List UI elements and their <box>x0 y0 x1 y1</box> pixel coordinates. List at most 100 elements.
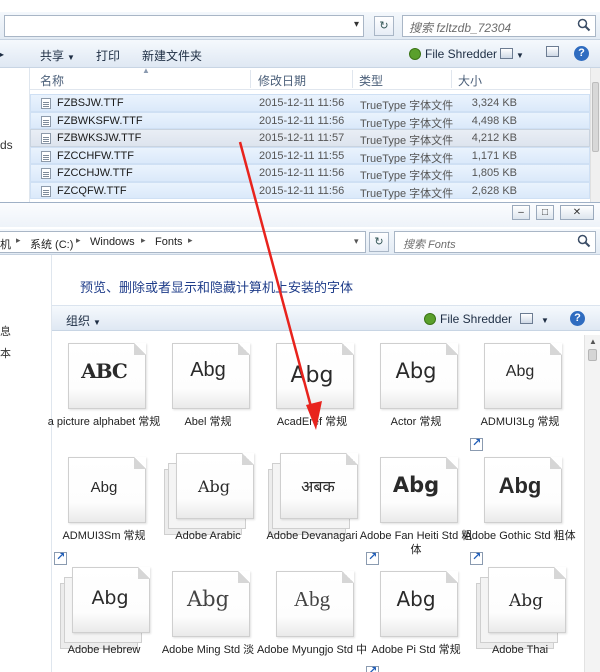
back-address-input[interactable]: ▾ <box>4 15 364 37</box>
chevron-right-icon[interactable]: ▸ <box>16 235 21 246</box>
file-row[interactable]: FZBSJW.TTF 2015-12-11 11:56 TrueType 字体文… <box>30 94 590 112</box>
font-family-tile[interactable]: Abg Adobe Thai <box>468 567 572 672</box>
view-options-button[interactable]: ▼ <box>520 312 549 326</box>
fonts-navigation-pane[interactable]: 息 本 <box>0 255 52 672</box>
fonts-address-input[interactable]: 机 ▸ 系统 (C:) ▸ Windows ▸ Fonts ▸ ▾ <box>0 231 366 253</box>
file-type: TrueType 字体文件 <box>360 187 454 200</box>
shredder-icon <box>409 48 421 60</box>
chevron-right-icon[interactable]: ▸ <box>141 235 146 246</box>
preview-pane-icon <box>546 46 559 57</box>
file-name: FZBSJW.TTF <box>57 97 124 109</box>
font-tile[interactable]: Abg Actor 常规 <box>364 339 468 453</box>
help-icon: ? <box>574 46 589 61</box>
nav-pane-text: 本 <box>0 348 11 360</box>
preview-pane-button[interactable] <box>546 45 559 59</box>
column-date-header[interactable]: 修改日期 <box>258 72 306 89</box>
chevron-down-icon: ▼ <box>516 51 524 60</box>
help-icon: ? <box>570 311 585 326</box>
file-date: 2015-12-11 11:56 <box>259 114 345 127</box>
shortcut-arrow-icon <box>54 550 67 565</box>
breadcrumb-windows[interactable]: Windows <box>90 236 135 248</box>
refresh-icon[interactable]: ↻ <box>369 232 389 252</box>
column-size-header[interactable]: 大小 <box>458 72 482 89</box>
font-file-icon <box>41 168 51 179</box>
font-sample: Abg <box>505 363 535 380</box>
font-file-icon <box>41 133 51 144</box>
help-button[interactable]: ? <box>570 310 585 326</box>
window-title-bar[interactable]: – □ ✕ <box>0 203 600 227</box>
breadcrumb-system-c[interactable]: 系统 (C:) <box>30 236 73 252</box>
font-tile[interactable]: Abg Abel 常规 <box>156 339 260 453</box>
nav-pane-text: ds <box>0 138 13 152</box>
scroll-up-icon[interactable]: ▲ <box>589 337 597 346</box>
font-tile[interactable]: ABC a picture alphabet 常规 <box>48 339 160 453</box>
file-row[interactable]: FZCCHFW.TTF 2015-12-11 11:55 TrueType 字体… <box>30 146 590 165</box>
font-sample: Abg <box>498 473 542 498</box>
column-name-header[interactable]: 名称 <box>40 72 64 89</box>
share-label: 共享 <box>40 49 65 63</box>
new-folder-button[interactable]: 新建文件夹 <box>142 47 202 64</box>
font-sample: Abg <box>190 359 226 381</box>
back-explorer-window: ▾ ↻ 搜索 fzltzdb_72304 ▸ 共享 ▼ 打印 新建文件夹 File… <box>0 0 600 202</box>
search-icon[interactable] <box>577 18 591 32</box>
fonts-search-input[interactable]: 搜索 Fonts <box>394 231 596 253</box>
column-type-header[interactable]: 类型 <box>359 72 383 89</box>
file-row[interactable]: FZBWKSFW.TTF 2015-12-11 11:56 TrueType 字… <box>30 111 590 130</box>
back-navigation-pane[interactable]: ds <box>0 68 30 202</box>
breadcrumb-fonts[interactable]: Fonts <box>155 236 183 248</box>
font-family-tile[interactable]: अबक Adobe Devanagari <box>260 453 364 567</box>
file-row[interactable]: FZCQFW.TTF 2015-12-11 11:56 TrueType 字体文… <box>30 181 590 200</box>
chevron-down-icon[interactable]: ▾ <box>354 236 359 247</box>
file-date: 2015-12-11 11:55 <box>259 149 345 162</box>
fonts-address-bar: 机 ▸ 系统 (C:) ▸ Windows ▸ Fonts ▸ ▾ ↻ 搜索 F… <box>0 229 600 255</box>
font-tile[interactable]: Abg Adobe Pi Std 常规 <box>364 567 468 672</box>
font-tile[interactable]: Abg Adobe Ming Std 淡 <box>156 567 260 672</box>
font-tile[interactable]: Abg Adobe Myungjo Std 中 <box>257 567 367 672</box>
scrollbar-thumb[interactable] <box>592 82 599 152</box>
file-shredder-button[interactable]: File Shredder <box>424 312 512 326</box>
back-search-input[interactable]: 搜索 fzltzdb_72304 <box>402 15 596 37</box>
help-button[interactable]: ? <box>574 45 589 61</box>
file-row[interactable]: FZCCHJW.TTF 2015-12-11 11:56 TrueType 字体… <box>30 164 590 182</box>
column-divider[interactable] <box>451 70 452 88</box>
font-tile[interactable]: Abg AcadEref 常规 <box>260 339 364 453</box>
font-tile[interactable]: Abg ADMUI3Lg 常规 <box>468 339 572 453</box>
toolbar-dropdown-icon[interactable]: ▸ <box>0 47 4 61</box>
back-vertical-scrollbar[interactable] <box>590 68 600 202</box>
refresh-icon[interactable]: ↻ <box>374 16 394 36</box>
file-date: 2015-12-11 11:57 <box>259 132 345 144</box>
file-shredder-button[interactable]: File Shredder <box>409 47 497 61</box>
fonts-vertical-scrollbar[interactable]: ▲ <box>584 335 600 672</box>
chevron-down-icon: ▼ <box>93 318 101 327</box>
chevron-right-icon[interactable]: ▸ <box>188 235 193 246</box>
file-row[interactable]: FZBWKSJW.TTF 2015-12-11 11:57 TrueType 字… <box>30 129 590 147</box>
chevron-down-icon[interactable]: ▾ <box>354 19 359 30</box>
organize-button[interactable]: 组织 ▼ <box>66 312 101 329</box>
close-icon[interactable]: ✕ <box>560 205 594 220</box>
file-size: 4,212 KB <box>471 132 517 144</box>
font-family-tile[interactable]: Abg Adobe Hebrew <box>52 567 156 672</box>
nav-pane-text: 息 <box>0 326 11 338</box>
column-divider[interactable] <box>250 70 251 88</box>
scrollbar-thumb[interactable] <box>588 349 597 361</box>
font-sample: Abg <box>290 363 334 388</box>
shredder-icon <box>424 313 436 325</box>
breadcrumb-computer[interactable]: 机 <box>0 236 11 252</box>
view-icon <box>520 313 533 324</box>
font-tile[interactable]: Abg Adobe Fan Heiti Std 粗体 <box>360 453 472 567</box>
maximize-icon[interactable]: □ <box>536 205 554 220</box>
share-button[interactable]: 共享 ▼ <box>40 47 75 64</box>
font-tile[interactable]: Abg ADMUI3Sm 常规 <box>52 453 156 567</box>
chevron-right-icon[interactable]: ▸ <box>76 235 81 246</box>
font-family-tile[interactable]: Abg Adobe Arabic <box>156 453 260 567</box>
font-sample: Abg <box>508 591 544 611</box>
font-sample: अबक <box>301 477 335 496</box>
print-button[interactable]: 打印 <box>96 47 120 64</box>
column-divider[interactable] <box>352 70 353 88</box>
font-tile[interactable]: Abg Adobe Gothic Std 粗体 <box>464 453 576 567</box>
view-options-button[interactable]: ▼ <box>500 47 524 61</box>
minimize-icon[interactable]: – <box>512 205 530 220</box>
font-label: Adobe Ming Std 淡 <box>161 644 255 656</box>
file-name: FZBWKSFW.TTF <box>57 114 143 127</box>
search-icon[interactable] <box>577 234 591 248</box>
